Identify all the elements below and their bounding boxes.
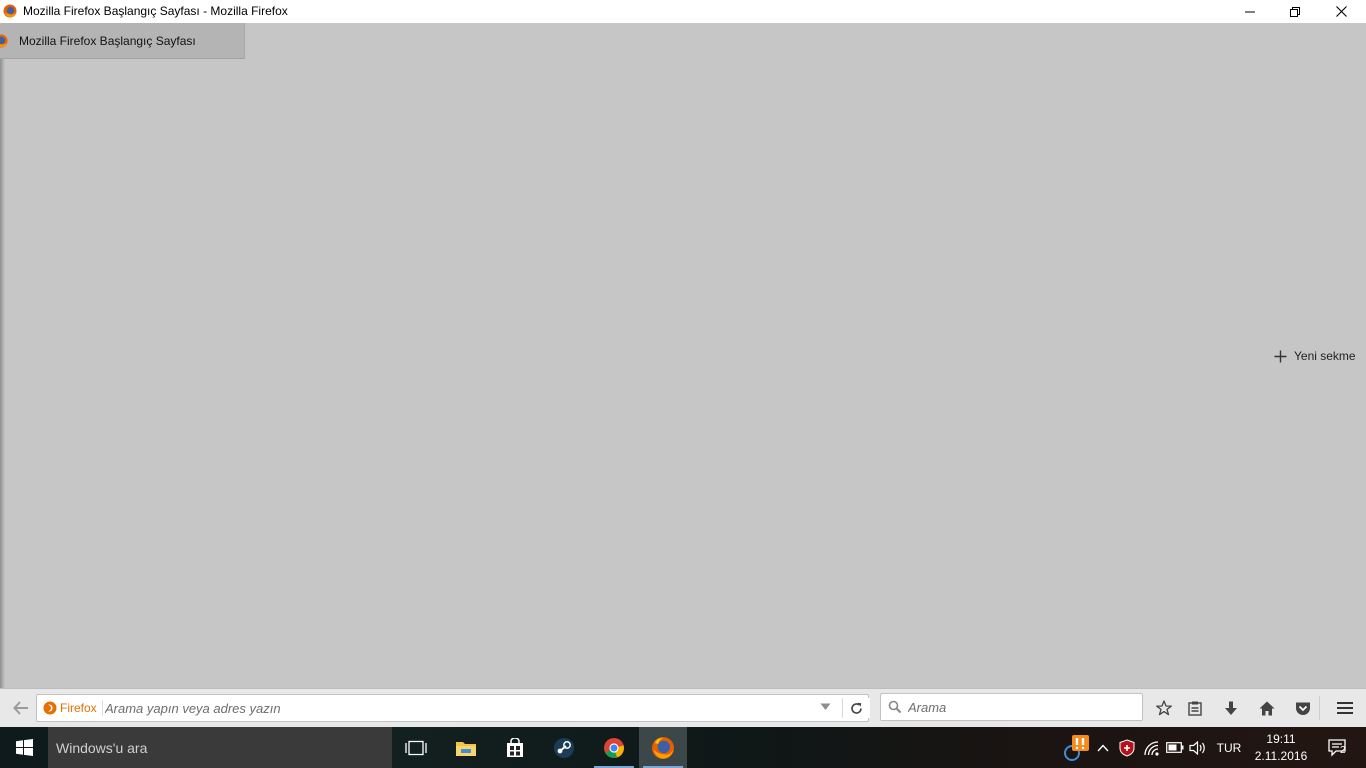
firefox-identity-icon — [43, 701, 57, 715]
back-button[interactable] — [8, 697, 34, 719]
identity-label: Firefox — [60, 701, 97, 715]
store-icon — [507, 737, 523, 757]
taskbar-search-box[interactable]: Windows'u ara — [48, 727, 392, 768]
windows-taskbar: Windows'u ara TUR 19:11 2.11.2016 2 — [0, 727, 1366, 768]
clock-time: 19:11 — [1266, 732, 1296, 746]
window-title-bar[interactable]: Mozilla Firefox Başlangıç Sayfası - Mozi… — [0, 0, 1366, 23]
store-button[interactable] — [491, 727, 539, 768]
firefox-logo-icon — [3, 4, 17, 18]
plus-icon — [1274, 350, 1287, 362]
shield-icon — [1119, 738, 1135, 757]
bookmark-star-button[interactable] — [1151, 697, 1177, 719]
search-icon — [888, 700, 902, 714]
network-status[interactable] — [1141, 727, 1163, 768]
pocket-icon — [1296, 702, 1310, 715]
task-view-button[interactable] — [392, 727, 440, 768]
history-dropdown-button[interactable] — [820, 703, 831, 711]
notification-count: 2 — [1340, 745, 1346, 756]
task-view-icon — [405, 740, 427, 755]
new-tab-button[interactable]: Yeni sekme — [1274, 347, 1356, 365]
star-icon — [1156, 700, 1172, 716]
open-menu-button[interactable] — [1332, 697, 1358, 719]
windows-logo-icon — [15, 739, 33, 756]
close-icon — [1335, 6, 1347, 17]
restore-icon — [1290, 6, 1300, 17]
battery-icon — [1166, 742, 1184, 753]
downloads-button[interactable] — [1218, 697, 1244, 719]
chevron-up-icon — [1097, 743, 1109, 751]
taskbar-search-placeholder: Windows'u ara — [56, 740, 148, 756]
steam-icon — [554, 737, 574, 758]
start-button[interactable] — [0, 727, 48, 768]
search-bar[interactable] — [880, 693, 1143, 721]
search-input[interactable] — [908, 698, 1133, 716]
tab-favicon-icon — [0, 34, 8, 48]
input-language[interactable]: TUR — [1212, 727, 1246, 768]
url-input[interactable] — [105, 699, 805, 717]
url-bar[interactable]: Firefox — [36, 694, 869, 722]
window-title: Mozilla Firefox Başlangıç Sayfası - Mozi… — [23, 4, 288, 18]
chrome-button[interactable] — [590, 727, 638, 768]
download-arrow-icon — [1225, 701, 1237, 715]
tray-alert-icon — [1064, 734, 1089, 761]
taskbar-clock[interactable]: 19:11 2.11.2016 — [1249, 731, 1313, 765]
home-icon — [1259, 701, 1275, 715]
restore-button[interactable] — [1272, 0, 1318, 23]
chrome-icon — [604, 737, 624, 758]
firefox-icon — [652, 736, 674, 759]
tab-firefox-start-page[interactable]: Mozilla Firefox Başlangıç Sayfası — [0, 23, 245, 59]
hamburger-menu-icon — [1337, 702, 1353, 714]
tab-label: Mozilla Firefox Başlangıç Sayfası — [19, 34, 196, 48]
file-explorer-icon — [456, 741, 476, 756]
volume-control[interactable] — [1187, 727, 1209, 768]
close-button[interactable] — [1318, 0, 1364, 23]
chevron-down-icon — [820, 703, 831, 710]
bookmarks-menu-button[interactable] — [1182, 697, 1208, 719]
window-left-edge — [0, 59, 5, 688]
speaker-icon — [1189, 740, 1205, 755]
minimize-icon — [1245, 11, 1255, 12]
action-center-button[interactable]: 2 — [1318, 727, 1358, 768]
back-arrow-icon — [13, 701, 28, 715]
new-tab-label: Yeni sekme — [1294, 349, 1356, 363]
wifi-icon — [1144, 740, 1159, 756]
home-button[interactable] — [1254, 697, 1280, 719]
clock-date: 2.11.2016 — [1254, 749, 1308, 763]
show-hidden-icons-button[interactable] — [1094, 727, 1112, 768]
clipboard-icon — [1188, 701, 1202, 716]
reload-icon — [851, 702, 862, 714]
steam-button[interactable] — [540, 727, 588, 768]
reload-button[interactable] — [842, 698, 870, 718]
battery-status[interactable] — [1164, 727, 1186, 768]
site-identity[interactable]: Firefox — [43, 700, 103, 716]
tray-app-alert[interactable] — [1058, 727, 1094, 768]
firefox-taskbar-button[interactable] — [639, 727, 687, 768]
pocket-button[interactable] — [1290, 697, 1316, 719]
toolbar-separator — [1319, 696, 1320, 720]
minimize-button[interactable] — [1227, 0, 1273, 23]
file-explorer-button[interactable] — [442, 727, 490, 768]
tray-security-app[interactable] — [1116, 727, 1138, 768]
